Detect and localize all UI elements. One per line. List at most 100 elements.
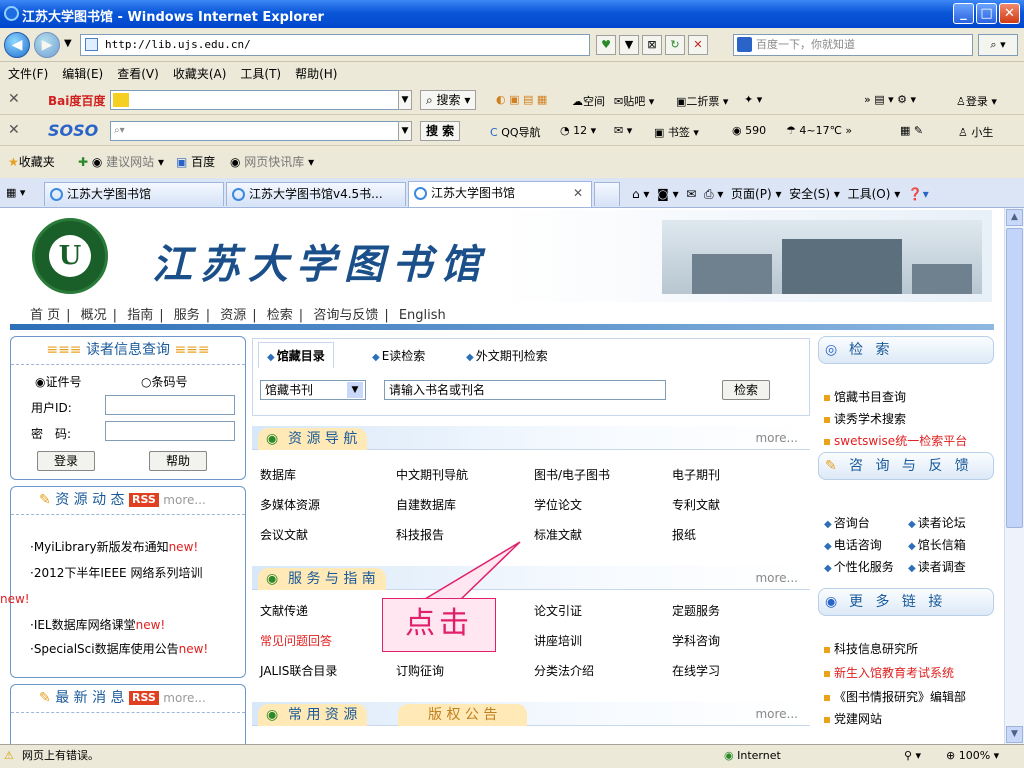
vertical-scrollbar[interactable]: ▲ ▼ <box>1004 208 1024 744</box>
rss-badge[interactable]: RSS <box>129 493 159 507</box>
resource-link[interactable]: 学位论文 <box>534 496 582 513</box>
consult-link[interactable]: ◆ 读者论坛 <box>908 514 966 531</box>
toolbar-extra-icon[interactable]: ✦ ▾ <box>744 93 762 106</box>
latest-rss-badge[interactable]: RSS <box>129 691 159 705</box>
resource-link[interactable]: 自建数据库 <box>396 496 456 513</box>
baidu-search-button[interactable]: ⌕ 搜索 ▾ <box>420 90 477 110</box>
safety-menu[interactable]: 安全(S) <box>789 187 830 201</box>
news-item-flag[interactable]: new! <box>0 592 30 606</box>
bookmark-link[interactable]: ▣ 书签 ▾ <box>654 124 699 140</box>
suggested-sites[interactable]: ✚ ◉ 建议网站 ▾ <box>78 148 164 176</box>
close-tab-icon[interactable]: ✕ <box>573 182 583 204</box>
news-item[interactable]: ·SpecialSci数据库使用公告new! <box>30 640 208 657</box>
menu-view[interactable]: 查看(V) <box>117 64 159 84</box>
search-input[interactable]: 百度一下，你就知道 <box>733 34 973 56</box>
scroll-down-button[interactable]: ▼ <box>1006 726 1023 743</box>
nav-search[interactable]: 检索 <box>267 308 293 323</box>
tab-2[interactable]: 江苏大学图书馆v4.5书... <box>226 182 406 206</box>
scroll-up-button[interactable]: ▲ <box>1006 209 1023 226</box>
favorites-button[interactable]: ★收藏夹 <box>8 148 55 176</box>
service-link[interactable]: 讲座培训 <box>534 632 582 649</box>
resource-link[interactable]: 报纸 <box>672 526 696 543</box>
service-link[interactable]: 订购征询 <box>396 662 444 679</box>
read-mail-icon[interactable]: ✉ <box>686 187 696 201</box>
tools-menu[interactable]: 工具(O) <box>848 187 891 201</box>
copyright-notice-tab[interactable]: 版 权 公 告 <box>398 704 528 726</box>
zoom-level[interactable]: ⊕ 100% ▾ <box>946 745 999 767</box>
password-input[interactable] <box>105 421 235 441</box>
resource-link[interactable]: 图书/电子图书 <box>534 466 610 483</box>
mail-icon[interactable]: ✉ ▾ <box>614 124 632 137</box>
refresh-icon[interactable]: ↻ <box>665 35 685 55</box>
service-link[interactable]: 分类法介绍 <box>534 662 594 679</box>
tab-foreign-journals[interactable]: ◆ 外文期刊检索 <box>466 347 548 364</box>
coins-count[interactable]: ◉ 590 <box>732 124 766 137</box>
history-dropdown-icon[interactable]: ▼ <box>64 38 72 49</box>
consult-link[interactable]: ◆ 电话咨询 <box>824 536 882 553</box>
resource-link[interactable]: 会议文献 <box>260 526 308 543</box>
resource-link[interactable]: 数据库 <box>260 466 296 483</box>
close-toolbar-icon[interactable]: ✕ <box>8 91 20 107</box>
tieba-link[interactable]: ✉贴吧 ▾ <box>614 93 654 109</box>
forward-button[interactable]: ▶ <box>34 32 60 58</box>
security-zone[interactable]: ◉ Internet <box>724 745 781 767</box>
minimize-button[interactable]: _ <box>953 3 974 24</box>
consult-link[interactable]: ◆ 咨询台 <box>824 514 870 531</box>
collection-select[interactable]: 馆藏书刊 ▼ <box>260 380 366 400</box>
close-button[interactable]: ✕ <box>999 3 1020 24</box>
news-item[interactable]: ·IEL数据库网络课堂new! <box>30 616 165 633</box>
latest-more-link[interactable]: more... <box>163 691 206 705</box>
resource-link[interactable]: 专利文献 <box>672 496 720 513</box>
nav-overview[interactable]: 概况 <box>81 308 107 323</box>
baidu-search-input[interactable] <box>110 90 410 110</box>
service-link[interactable]: 定题服务 <box>672 602 720 619</box>
nav-consult[interactable]: 咨询与反馈 <box>313 308 378 323</box>
scroll-thumb[interactable] <box>1006 228 1023 528</box>
nav-service[interactable]: 服务 <box>174 308 200 323</box>
consult-link[interactable]: ◆ 馆长信箱 <box>908 536 966 553</box>
login-button[interactable]: 登录 <box>37 451 95 471</box>
resource-link[interactable]: 中文期刊导航 <box>396 466 468 483</box>
weather-info[interactable]: ☂ 4~17℃ » <box>786 124 852 137</box>
toolbar-overflow-icon[interactable]: » ▤ ▾ ⚙ ▾ <box>864 93 916 106</box>
common-more[interactable]: more... <box>755 707 798 721</box>
help-button[interactable]: 帮助 <box>149 451 207 471</box>
status-message[interactable]: 网页上有错误。 <box>22 745 99 767</box>
more-link[interactable]: 科技信息研究所 <box>824 640 918 657</box>
search-go-button[interactable]: ⌕ ▾ <box>978 34 1018 56</box>
soso-dropdown-icon[interactable]: ▼ <box>398 121 412 141</box>
space-link[interactable]: ☁空间 <box>572 93 605 109</box>
news-item[interactable]: ·MyiLibrary新版发布通知new! <box>30 538 198 555</box>
service-link[interactable]: 在线学习 <box>672 662 720 679</box>
more-link[interactable]: 新生入馆教育考试系统 <box>824 664 954 681</box>
login-link[interactable]: ♙登录 ▾ <box>956 93 997 109</box>
service-link[interactable]: 论文引证 <box>534 602 582 619</box>
resource-nav-more[interactable]: more... <box>755 431 798 445</box>
tab-eread[interactable]: ◆ E读检索 <box>372 347 425 364</box>
more-link[interactable]: 《图书情报研究》编辑部 <box>824 688 966 705</box>
service-link[interactable]: 学科咨询 <box>672 632 720 649</box>
security-icon[interactable]: ▼ <box>619 35 639 55</box>
back-button[interactable]: ◀ <box>4 32 30 58</box>
rss-feed-icon[interactable]: ⊠ <box>642 35 662 55</box>
page-menu[interactable]: 页面(P) <box>731 187 772 201</box>
qq-count[interactable]: ◔ 12 ▾ <box>560 124 596 137</box>
title-search-input[interactable]: 请输入书名或刊名 <box>384 380 666 400</box>
home-icon[interactable]: ⌂ ▾ <box>632 187 649 201</box>
print-icon[interactable]: ⎙ ▾ <box>704 187 723 201</box>
nav-guide[interactable]: 指南 <box>127 308 153 323</box>
news-more-link[interactable]: more... <box>163 493 206 507</box>
user-link[interactable]: ♙ 小生 <box>958 124 993 140</box>
right-link[interactable]: 馆藏书目查询 <box>824 388 906 405</box>
service-link[interactable]: JALIS联合目录 <box>260 662 337 679</box>
tab-3-active[interactable]: 江苏大学图书馆 ✕ <box>408 181 592 207</box>
menu-help[interactable]: 帮助(H) <box>295 64 337 84</box>
close-soso-toolbar-icon[interactable]: ✕ <box>8 122 20 138</box>
maximize-button[interactable]: □ <box>976 3 997 24</box>
baidu-dropdown-icon[interactable]: ▼ <box>398 90 412 110</box>
standards-link[interactable]: 标准文献 <box>534 526 582 543</box>
services-more[interactable]: more... <box>755 571 798 585</box>
help-icon[interactable]: ❓▾ <box>908 187 929 201</box>
radio-barcode[interactable]: ○条码号 <box>141 373 188 390</box>
toolbar-tool-icons[interactable]: ◐ ▣ ▤ ▦ <box>496 93 547 106</box>
